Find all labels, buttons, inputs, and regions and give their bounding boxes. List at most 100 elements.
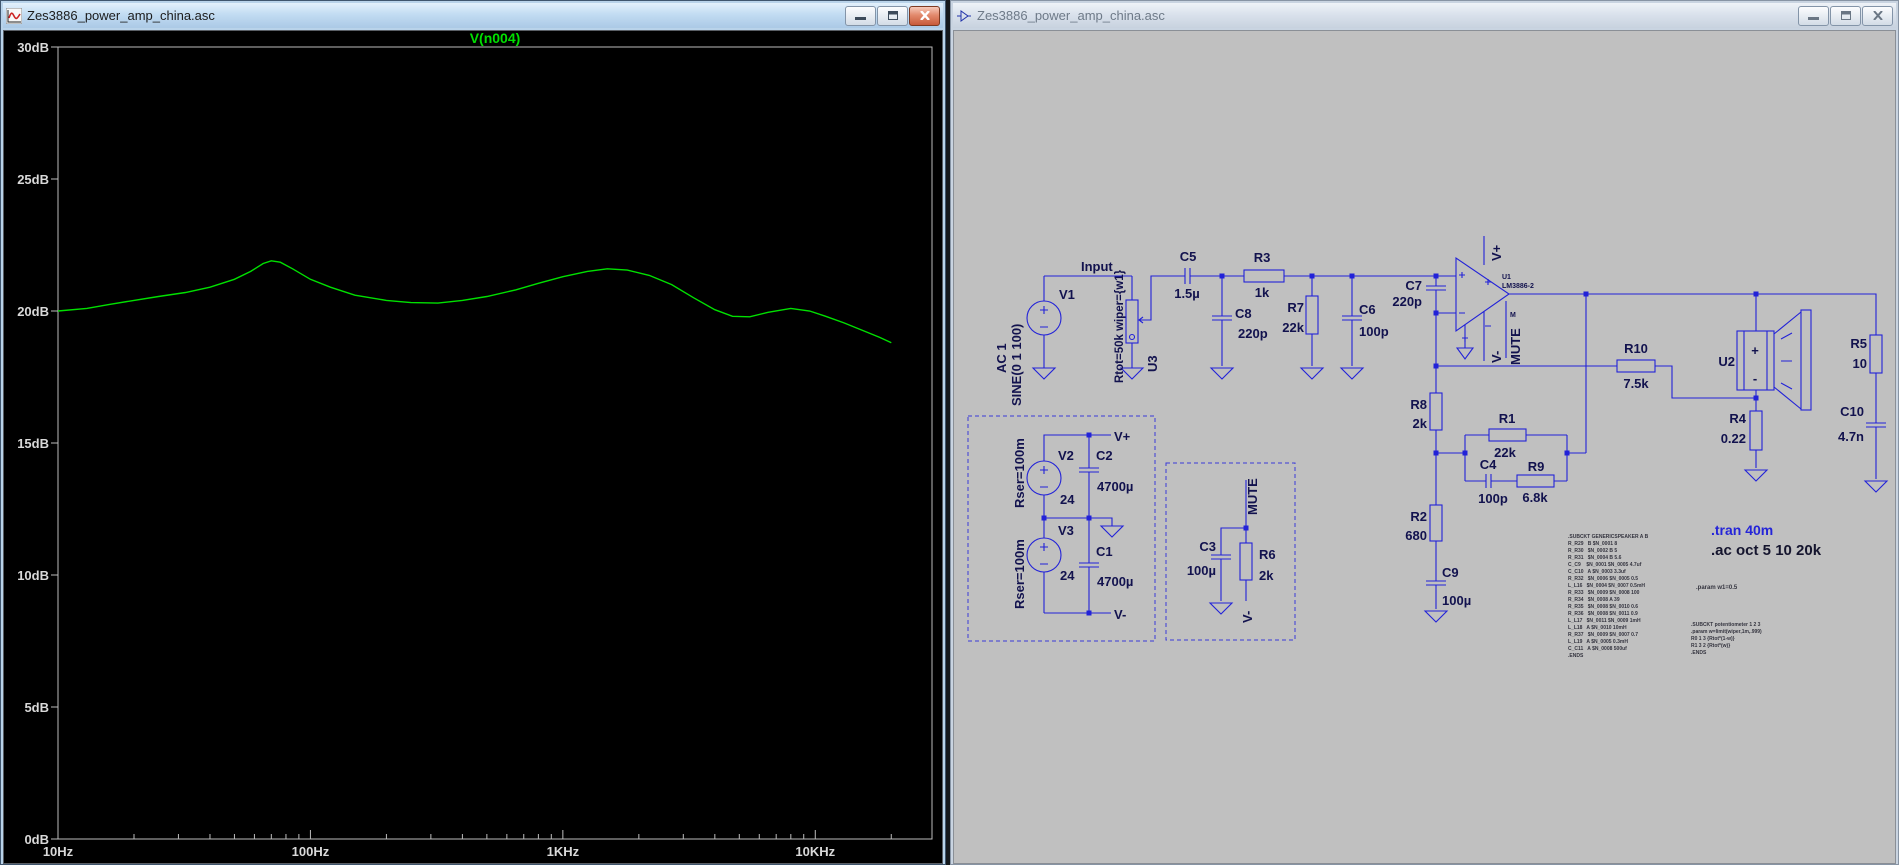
- close-button[interactable]: [1862, 5, 1893, 26]
- pin-label-mute: M: [1510, 312, 1516, 319]
- capacitor-c9[interactable]: C9 100µ: [1426, 565, 1471, 608]
- component-label: C10: [1840, 404, 1864, 419]
- x-tick-label: 100Hz: [292, 844, 330, 859]
- capacitor-c5[interactable]: C5 1.5µ: [1174, 249, 1200, 301]
- ground-symbols[interactable]: [1031, 367, 1889, 623]
- trace-title[interactable]: V(n004): [470, 31, 521, 46]
- directive-tran[interactable]: .tran 40m: [1711, 522, 1773, 538]
- component-value: 22k: [1282, 320, 1304, 335]
- voltage-source-v1[interactable]: V1 AC 1 SINE(0 1 100): [994, 287, 1075, 406]
- component-label: R9: [1528, 459, 1545, 474]
- schematic-canvas[interactable]: V1 AC 1 SINE(0 1 100) Input U3 Rtot=50k …: [953, 30, 1896, 864]
- frequency-response-plot[interactable]: 30dB25dB20dB15dB10dB5dB0dB10Hz 100Hz 1KHz 1…: [4, 31, 944, 863]
- resistor-r4[interactable]: R4 0.22: [1721, 410, 1763, 451]
- component-value: 6.8k: [1522, 490, 1548, 505]
- waveform-icon: [6, 7, 22, 24]
- x-tick-label: 10Hz: [43, 844, 74, 859]
- mute-section[interactable]: C3 100µ R6 2k MUTE V-: [1165, 462, 1296, 641]
- component-value: 1.5µ: [1174, 286, 1200, 301]
- component-value: 22k: [1494, 445, 1516, 460]
- schematic-titlebar[interactable]: Zes3886_power_amp_china.asc: [953, 3, 1896, 28]
- component-value: 2k: [1413, 416, 1428, 431]
- component-label: C8: [1235, 306, 1252, 321]
- x-tick-label: 1KHz: [547, 844, 580, 859]
- spice-netlist-speaker[interactable]: .SUBCKT GENERICSPEAKER A B R_R29 B $N_00…: [1568, 534, 1648, 660]
- resistor-r3[interactable]: R3 1k: [1243, 250, 1285, 300]
- net-label-input[interactable]: Input: [1081, 259, 1113, 274]
- component-value: 100µ: [1187, 563, 1216, 578]
- spice-param-w1[interactable]: .param w1=0.5: [1696, 585, 1737, 592]
- component-label: C4: [1480, 457, 1497, 472]
- speaker-u2[interactable]: + - U2: [1718, 309, 1812, 411]
- component-value: 4.7n: [1838, 429, 1864, 444]
- capacitor-c7[interactable]: C7 220p: [1392, 278, 1446, 309]
- minimize-button[interactable]: [1798, 5, 1829, 26]
- spice-netlist-potentiometer[interactable]: .SUBCKT potentiometer 1 2 3 .param w=lim…: [1691, 622, 1762, 657]
- component-value: 1k: [1255, 285, 1270, 300]
- resistor-r7[interactable]: R7 22k: [1282, 295, 1319, 335]
- capacitor-c1[interactable]: C1 4700µ: [1079, 544, 1133, 589]
- component-value: 100p: [1359, 324, 1389, 339]
- component-label: R2: [1410, 509, 1427, 524]
- waveform-titlebar[interactable]: Zes3886_power_amp_china.asc: [3, 3, 943, 28]
- component-value: 24: [1060, 568, 1075, 583]
- component-label: R3: [1254, 250, 1271, 265]
- resistor-r5[interactable]: R5 10: [1850, 334, 1883, 374]
- net-label-mute[interactable]: MUTE: [1245, 478, 1260, 515]
- component-label: C2: [1096, 448, 1113, 463]
- component-value: 4700µ: [1097, 479, 1133, 494]
- pin-label-vplus: V+: [1489, 244, 1504, 261]
- restore-button[interactable]: [1830, 5, 1861, 26]
- component-label: R6: [1259, 547, 1276, 562]
- close-button[interactable]: [909, 5, 940, 26]
- net-label-mute[interactable]: MUTE: [1508, 328, 1523, 365]
- capacitor-c6[interactable]: C6 100p: [1342, 302, 1389, 339]
- resistor-r6[interactable]: R6 2k: [1239, 542, 1276, 583]
- component-label: C1: [1096, 544, 1113, 559]
- component-label: U1: [1502, 274, 1511, 281]
- schematic-icon: [957, 9, 971, 22]
- capacitor-c2[interactable]: C2 4700µ: [1079, 448, 1133, 494]
- net-label-vminus[interactable]: V-: [1114, 607, 1126, 622]
- waveform-window: Zes3886_power_amp_china.asc 30dB 25dB 20dB…: [0, 0, 946, 865]
- directive-ac[interactable]: .ac oct 5 10 20k: [1711, 542, 1822, 559]
- y-tick-label: 10dB: [17, 568, 49, 583]
- wires[interactable]: [1043, 275, 1877, 614]
- restore-button[interactable]: [877, 5, 908, 26]
- component-label: R5: [1850, 336, 1867, 351]
- schematic-drawing[interactable]: V1 AC 1 SINE(0 1 100) Input U3 Rtot=50k …: [954, 31, 1897, 863]
- minimize-button[interactable]: [845, 5, 876, 26]
- resistor-r8[interactable]: R8 2k: [1410, 392, 1443, 431]
- resistor-r2[interactable]: R2 680: [1405, 504, 1443, 543]
- pin-label-vminus: V-: [1489, 351, 1504, 363]
- y-tick-label: 25dB: [17, 172, 49, 187]
- component-label: R4: [1729, 411, 1746, 426]
- potentiometer-u3[interactable]: U3 Rtot=50k wiper={w1}: [1114, 269, 1160, 383]
- capacitor-c8[interactable]: C8 220p: [1212, 306, 1268, 341]
- supply-section[interactable]: V2 24 Rser=100m V3 24 Rser=100m C2 4700µ: [967, 415, 1156, 642]
- capacitor-c3[interactable]: C3 100µ: [1187, 539, 1231, 578]
- component-label: C5: [1180, 249, 1197, 264]
- minimize-icon: [855, 17, 866, 20]
- component-value: 7.5k: [1623, 376, 1649, 391]
- component-value: 100µ: [1442, 593, 1471, 608]
- component-value: Rser=100m: [1012, 438, 1027, 508]
- component-value: 0.22: [1721, 431, 1746, 446]
- opamp-u1[interactable]: U1 LM3886-2 V+ V- M MUTE: [1455, 236, 1534, 365]
- component-label: V3: [1058, 523, 1074, 538]
- component-value: Rtot=50k wiper={w1}: [1114, 269, 1126, 383]
- resistor-r9[interactable]: R9 6.8k: [1516, 459, 1555, 505]
- component-label: C9: [1442, 565, 1459, 580]
- waveform-pane[interactable]: 30dB 25dB 20dB 15dB 10dB 5dB 0dB 10Hz 100Hz 1KHz 1…: [3, 30, 943, 864]
- resistor-r10[interactable]: R10 7.5k: [1616, 341, 1656, 391]
- component-label: U3: [1145, 355, 1160, 372]
- net-label-vminus[interactable]: V-: [1240, 611, 1255, 623]
- speaker-plus: +: [1751, 343, 1759, 358]
- capacitor-c10[interactable]: C10 4.7n: [1838, 404, 1886, 444]
- net-label-vplus[interactable]: V+: [1114, 429, 1131, 444]
- window-title: Zes3886_power_amp_china.asc: [977, 8, 1165, 23]
- resistor-r1[interactable]: R1 22k: [1488, 411, 1527, 460]
- x-tick-label: 10KHz: [795, 844, 835, 859]
- component-value: 220p: [1238, 326, 1268, 341]
- window-title: Zes3886_power_amp_china.asc: [27, 8, 215, 23]
